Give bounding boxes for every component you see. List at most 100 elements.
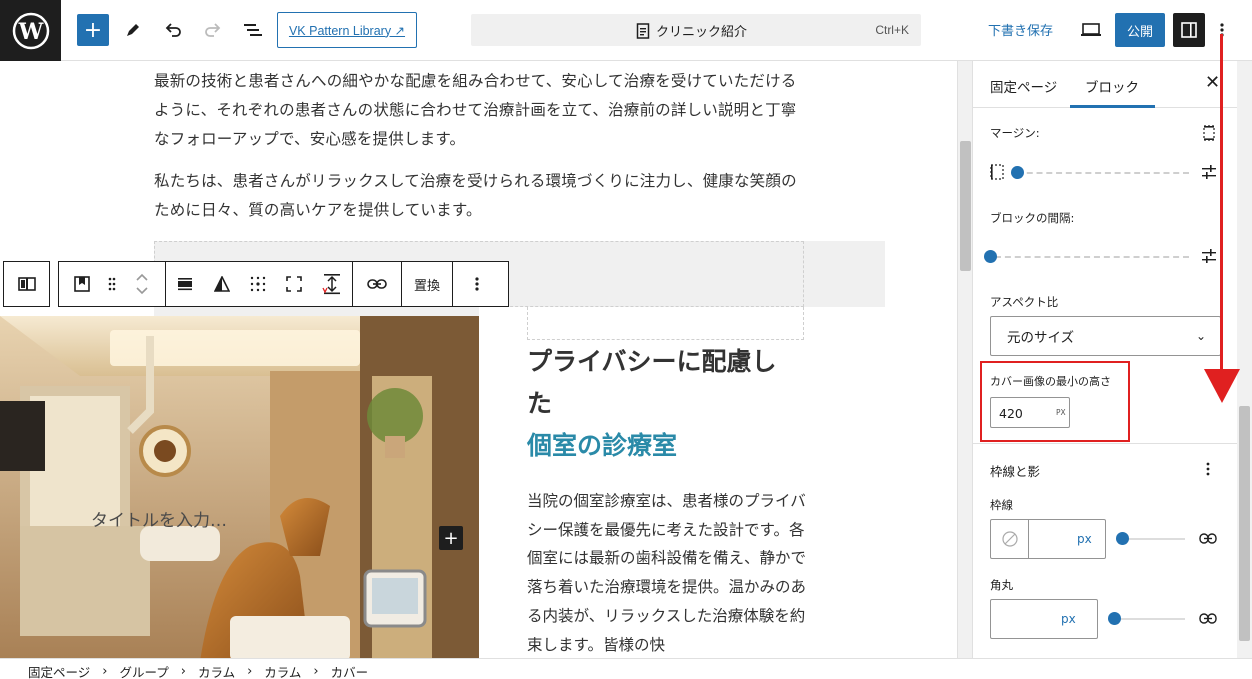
panel-divider <box>973 443 1238 444</box>
plus-icon: + <box>83 17 103 43</box>
radius-label: 角丸 <box>990 578 1013 592</box>
columns-parent-icon[interactable] <box>4 262 49 306</box>
no-color-icon <box>1002 531 1018 547</box>
link-sides-icon[interactable] <box>1199 533 1217 544</box>
chevron-right-icon: › <box>313 664 319 679</box>
command-palette-bar[interactable]: クリニック紹介 Ctrl+K <box>471 14 921 46</box>
close-icon[interactable]: ✕ <box>1205 72 1220 93</box>
unlink-sides-icon[interactable] <box>1203 125 1215 141</box>
radius-input[interactable]: px <box>990 599 1098 639</box>
align-full-icon[interactable] <box>166 262 204 306</box>
block-spacing-slider-knob[interactable] <box>984 250 997 263</box>
border-label: 枠線 <box>990 498 1013 512</box>
border-slider-track[interactable] <box>1123 538 1185 540</box>
min-height-icon[interactable] <box>312 262 352 306</box>
contrast-icon[interactable] <box>204 262 240 306</box>
document-overview-icon[interactable] <box>237 14 269 46</box>
radius-slider-track[interactable] <box>1115 618 1185 620</box>
page-icon <box>636 22 650 39</box>
min-height-input[interactable]: 420 PX <box>990 397 1070 428</box>
sidebar-scrollbar[interactable] <box>1237 61 1252 658</box>
body-paragraph[interactable]: 当院の個室診療室は、患者様のプライバシー保護を最優先に考えた設計です。各個室には… <box>527 487 807 658</box>
custom-settings-icon[interactable] <box>1201 249 1217 263</box>
custom-settings-icon[interactable] <box>1201 165 1217 179</box>
content-position-icon[interactable] <box>240 262 276 306</box>
section-heading[interactable]: プライバシーに配慮した 個室の診療室 <box>527 341 797 467</box>
document-title: クリニック紹介 <box>656 25 748 40</box>
canvas-scrollbar[interactable] <box>957 61 972 658</box>
breadcrumb-item[interactable]: 固定ページ <box>28 662 90 679</box>
block-breadcrumb: 固定ページ › グループ › カラム › カラム › カバー <box>0 658 1252 679</box>
settings-sidebar: 固定ページ ブロック ✕ マージン: ブロックの間隔: アスペクト比 元のサイズ… <box>972 61 1252 658</box>
link-icon[interactable] <box>353 262 401 306</box>
radius-unit[interactable]: px <box>1061 612 1076 626</box>
cover-block[interactable]: タイトルを入力… <box>0 316 479 658</box>
breadcrumb-item[interactable]: カラム <box>198 662 235 679</box>
replace-button[interactable]: 置換 <box>402 262 452 306</box>
heading-line-2: 個室の診療室 <box>527 431 678 460</box>
redo-icon[interactable] <box>197 14 229 46</box>
sidebar-icon <box>1181 22 1197 38</box>
min-height-label: カバー画像の最小の高さ <box>990 375 1111 388</box>
link-corners-icon[interactable] <box>1199 613 1217 624</box>
editor-canvas[interactable]: 最新の技術と患者さんへの細やかな配慮を組み合わせて、安心して治療を受けていただけ… <box>0 61 957 658</box>
chevron-right-icon: › <box>247 664 253 679</box>
undo-icon[interactable] <box>157 14 189 46</box>
sidebar-tabs: 固定ページ ブロック ✕ <box>973 61 1252 108</box>
save-draft-button[interactable]: 下書き保存 <box>988 20 1053 39</box>
empty-block-outline-2 <box>527 307 804 340</box>
margin-slider-track[interactable] <box>1017 172 1189 174</box>
panel-options-icon[interactable] <box>1206 462 1210 476</box>
chevron-down-icon: ⌄ <box>1195 329 1206 343</box>
margin-sides-icon <box>990 164 1004 180</box>
dental-room-image <box>0 316 479 658</box>
border-slider-knob[interactable] <box>1116 532 1129 545</box>
border-width-input[interactable]: px <box>990 519 1106 559</box>
block-spacing-slider-track[interactable] <box>995 256 1189 258</box>
block-spacing-label: ブロックの間隔: <box>990 211 1075 225</box>
wordpress-logo-icon[interactable]: W <box>0 0 61 61</box>
paragraph-block-1[interactable]: 最新の技術と患者さんへの細やかな配慮を組み合わせて、安心して治療を受けていただけ… <box>154 67 804 154</box>
parent-selector-group <box>3 261 50 307</box>
chevron-right-icon: › <box>102 664 108 679</box>
edit-pencil-icon[interactable] <box>117 14 149 46</box>
sidebar-scrollbar-thumb[interactable] <box>1239 406 1250 641</box>
breadcrumb-item[interactable]: カバー <box>331 662 369 679</box>
command-shortcut: Ctrl+K <box>875 23 909 37</box>
block-toolbar: 置換 <box>3 261 509 307</box>
plus-icon: + <box>443 527 459 549</box>
block-inserter-button[interactable]: + <box>439 526 463 550</box>
active-tab-indicator <box>1070 105 1155 108</box>
breadcrumb-item[interactable]: カラム <box>264 662 301 679</box>
drag-handle-icon[interactable] <box>105 262 119 306</box>
annotation-arrow-line <box>1220 34 1223 374</box>
preview-device-icon[interactable] <box>1075 14 1107 46</box>
border-shadow-title: 枠線と影 <box>990 464 1041 479</box>
radius-slider-knob[interactable] <box>1108 612 1121 625</box>
full-height-icon[interactable] <box>276 262 312 306</box>
publish-button[interactable]: 公開 <box>1115 13 1165 47</box>
border-unit[interactable]: px <box>1077 532 1092 546</box>
min-height-value: 420 <box>999 406 1023 421</box>
cover-block-icon[interactable] <box>59 262 105 306</box>
breadcrumb-item[interactable]: グループ <box>119 662 168 679</box>
aspect-ratio-select[interactable]: 元のサイズ ⌄ <box>990 316 1221 356</box>
border-color-swatch[interactable] <box>991 520 1029 558</box>
paragraph-block-2[interactable]: 私たちは、患者さんがリラックスして治療を受けられる環境づくりに注力し、健康な笑顔… <box>154 167 804 225</box>
block-tools-group: 置換 <box>58 261 509 307</box>
cover-title-placeholder[interactable]: タイトルを入力… <box>91 506 227 531</box>
annotation-arrow-head <box>1204 369 1240 403</box>
chevron-right-icon: › <box>180 664 186 679</box>
move-up-down-icon[interactable] <box>119 262 165 306</box>
margin-slider-knob[interactable] <box>1011 166 1024 179</box>
tab-block[interactable]: ブロック <box>1085 76 1139 96</box>
aspect-ratio-label: アスペクト比 <box>990 295 1059 309</box>
vk-pattern-library-button[interactable]: VK Pattern Library ↗ <box>277 12 417 48</box>
svg-text:W: W <box>17 19 43 45</box>
settings-sidebar-toggle[interactable] <box>1173 13 1205 47</box>
add-block-button[interactable]: + <box>77 14 109 46</box>
tab-page[interactable]: 固定ページ <box>990 76 1057 96</box>
min-height-unit[interactable]: PX <box>1056 408 1066 417</box>
canvas-scrollbar-thumb[interactable] <box>960 141 971 271</box>
block-options-icon[interactable] <box>453 262 501 306</box>
